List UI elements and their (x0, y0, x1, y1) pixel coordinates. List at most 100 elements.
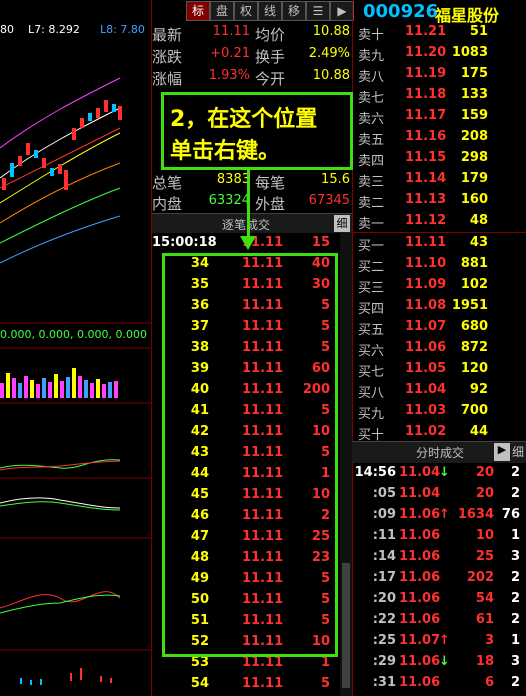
fenshi-price: 11.06 (399, 612, 441, 627)
level-vol: 159 (460, 108, 488, 123)
level-vol: 44 (469, 424, 488, 439)
scrollbar-thumb[interactable] (342, 563, 350, 688)
level-price: 11.07 (405, 319, 447, 334)
up-arrow-icon: ↑ (439, 507, 450, 522)
quote-label: 每笔 (255, 174, 286, 192)
ask-row: 卖五 11.16 208 (352, 127, 526, 148)
level-price: 11.19 (405, 66, 447, 81)
fenshi-time: 14:56 (354, 465, 396, 480)
bid-row: 买十 11.02 44 (352, 422, 526, 443)
fenshi-count: 2 (510, 486, 520, 501)
volume-bars (0, 368, 118, 398)
tick-list-title: 逐笔成交 (222, 218, 271, 232)
level-vol: 700 (460, 403, 488, 418)
tick-time: 15:00:18 (152, 235, 217, 250)
fenshi-vol: 1634 (457, 507, 494, 522)
fenshi-vol: 61 (475, 612, 494, 627)
fenshi-price: 11.07 (399, 633, 441, 648)
quote-label: 涨跌 (152, 48, 183, 66)
fenshi-title: 分时成交 (416, 446, 465, 460)
quote-label: 换手 (255, 48, 286, 66)
level-vol: 881 (460, 256, 488, 271)
tick-vol: 1 (320, 655, 330, 670)
tick-list-scrollbar[interactable] (340, 233, 352, 696)
quote-label: 总笔 (152, 174, 183, 192)
stock-title-bar: 000926 福星股份 (353, 0, 526, 25)
bid-row: 买四 11.08 1951 (352, 296, 526, 317)
annotation-line-2: 单击右键。 (170, 139, 281, 164)
fenshi-time: :20 (372, 591, 396, 606)
level-price: 11.12 (405, 213, 447, 228)
bid-row: 买八 11.04 92 (352, 380, 526, 401)
macd-bars (20, 668, 112, 685)
ask-row: 卖十 11.21 51 (352, 22, 526, 43)
level-vol: 120 (460, 361, 488, 376)
fenshi-time: :22 (372, 612, 396, 627)
quote-label: 均价 (255, 26, 286, 44)
level-vol: 680 (460, 319, 488, 334)
fenshi-detail-button[interactable]: 细 (512, 443, 524, 460)
fenshi-count: 1 (510, 528, 520, 543)
level-label: 卖九 (358, 49, 385, 64)
level-price: 11.18 (405, 87, 447, 102)
ask-row: 卖七 11.18 133 (352, 85, 526, 106)
ask-row: 卖三 11.14 179 (352, 169, 526, 190)
level-label: 卖三 (358, 175, 385, 190)
level-price: 11.08 (405, 298, 447, 313)
quote-label: 最新 (152, 26, 183, 44)
ask-row: 卖六 11.17 159 (352, 106, 526, 127)
level-vol: 133 (460, 87, 488, 102)
fenshi-count: 76 (501, 507, 520, 522)
fenshi-vol: 3 (484, 633, 494, 648)
quote-value: 2.49% (308, 46, 350, 61)
fenshi-vol: 20 (475, 465, 494, 480)
fenshi-count: 3 (510, 654, 520, 669)
bid-row: 买三 11.09 102 (352, 275, 526, 296)
annotation-callout: 2，在这个位置 单击右键。 (161, 92, 353, 170)
level-label: 买七 (358, 365, 385, 380)
kline-chart-panel[interactable]: 80 L7: 8.292 L8: 7.80 0.000, 0.000, 0.00… (0, 0, 152, 696)
level-price: 11.02 (405, 424, 447, 439)
fenshi-time: :14 (372, 549, 396, 564)
annotation-line-1: 2，在这个位置 (170, 107, 318, 132)
fenshi-price: 11.06 (399, 654, 441, 669)
annotation-highlight-box (162, 253, 338, 657)
fenshi-list[interactable]: 14:56 11.04 ↓ 20 2 :05 11.04 20 2 :09 11.06 ↑ 1634… (352, 463, 526, 696)
quote-value: 63324 (208, 193, 250, 208)
quote-label: 外盘 (255, 195, 286, 213)
tick-detail-button[interactable]: 细 (334, 215, 350, 232)
fenshi-row: :31 11.06 6 2 (352, 673, 526, 694)
tick-vol: 5 (320, 676, 330, 691)
fenshi-row: :05 11.04 20 2 (352, 484, 526, 505)
fenshi-vol: 25 (475, 549, 494, 564)
fenshi-row: :09 11.06 ↑ 1634 76 (352, 505, 526, 526)
ask-row: 卖四 11.15 298 (352, 148, 526, 169)
level-vol: 1083 (451, 45, 488, 60)
ask-row: 卖二 11.13 160 (352, 190, 526, 211)
level-price: 11.20 (405, 45, 447, 60)
fenshi-vol: 18 (475, 654, 494, 669)
level-price: 11.17 (405, 108, 447, 123)
fenshi-row: :22 11.06 61 2 (352, 610, 526, 631)
quote-label: 内盘 (152, 195, 183, 213)
level-vol: 872 (460, 340, 488, 355)
fenshi-count: 2 (510, 612, 520, 627)
level-vol: 1951 (451, 298, 488, 313)
tick-price: 11.11 (242, 676, 284, 691)
quote-row: 内盘 63324 外盘 67345 (152, 191, 352, 213)
orderbook[interactable]: 卖十 11.21 51 卖九 11.20 1083 卖八 11.19 175 卖七 11.18… (352, 22, 526, 443)
level-vol: 43 (469, 235, 488, 250)
fenshi-vol: 6 (484, 675, 494, 690)
level-price: 11.14 (405, 171, 447, 186)
bid-row: 买九 11.03 700 (352, 401, 526, 422)
level-price: 11.13 (405, 192, 447, 207)
fenshi-count: 2 (510, 675, 520, 690)
fenshi-arrow-button[interactable]: ▶ (494, 443, 510, 461)
fenshi-time: :25 (372, 633, 396, 648)
legend-value: 80 (0, 23, 14, 36)
level-vol: 175 (460, 66, 488, 81)
level-price: 11.16 (405, 129, 447, 144)
bid-row: 买五 11.07 680 (352, 317, 526, 338)
level-price: 11.09 (405, 277, 447, 292)
quote-value: 10.88 (312, 68, 350, 83)
